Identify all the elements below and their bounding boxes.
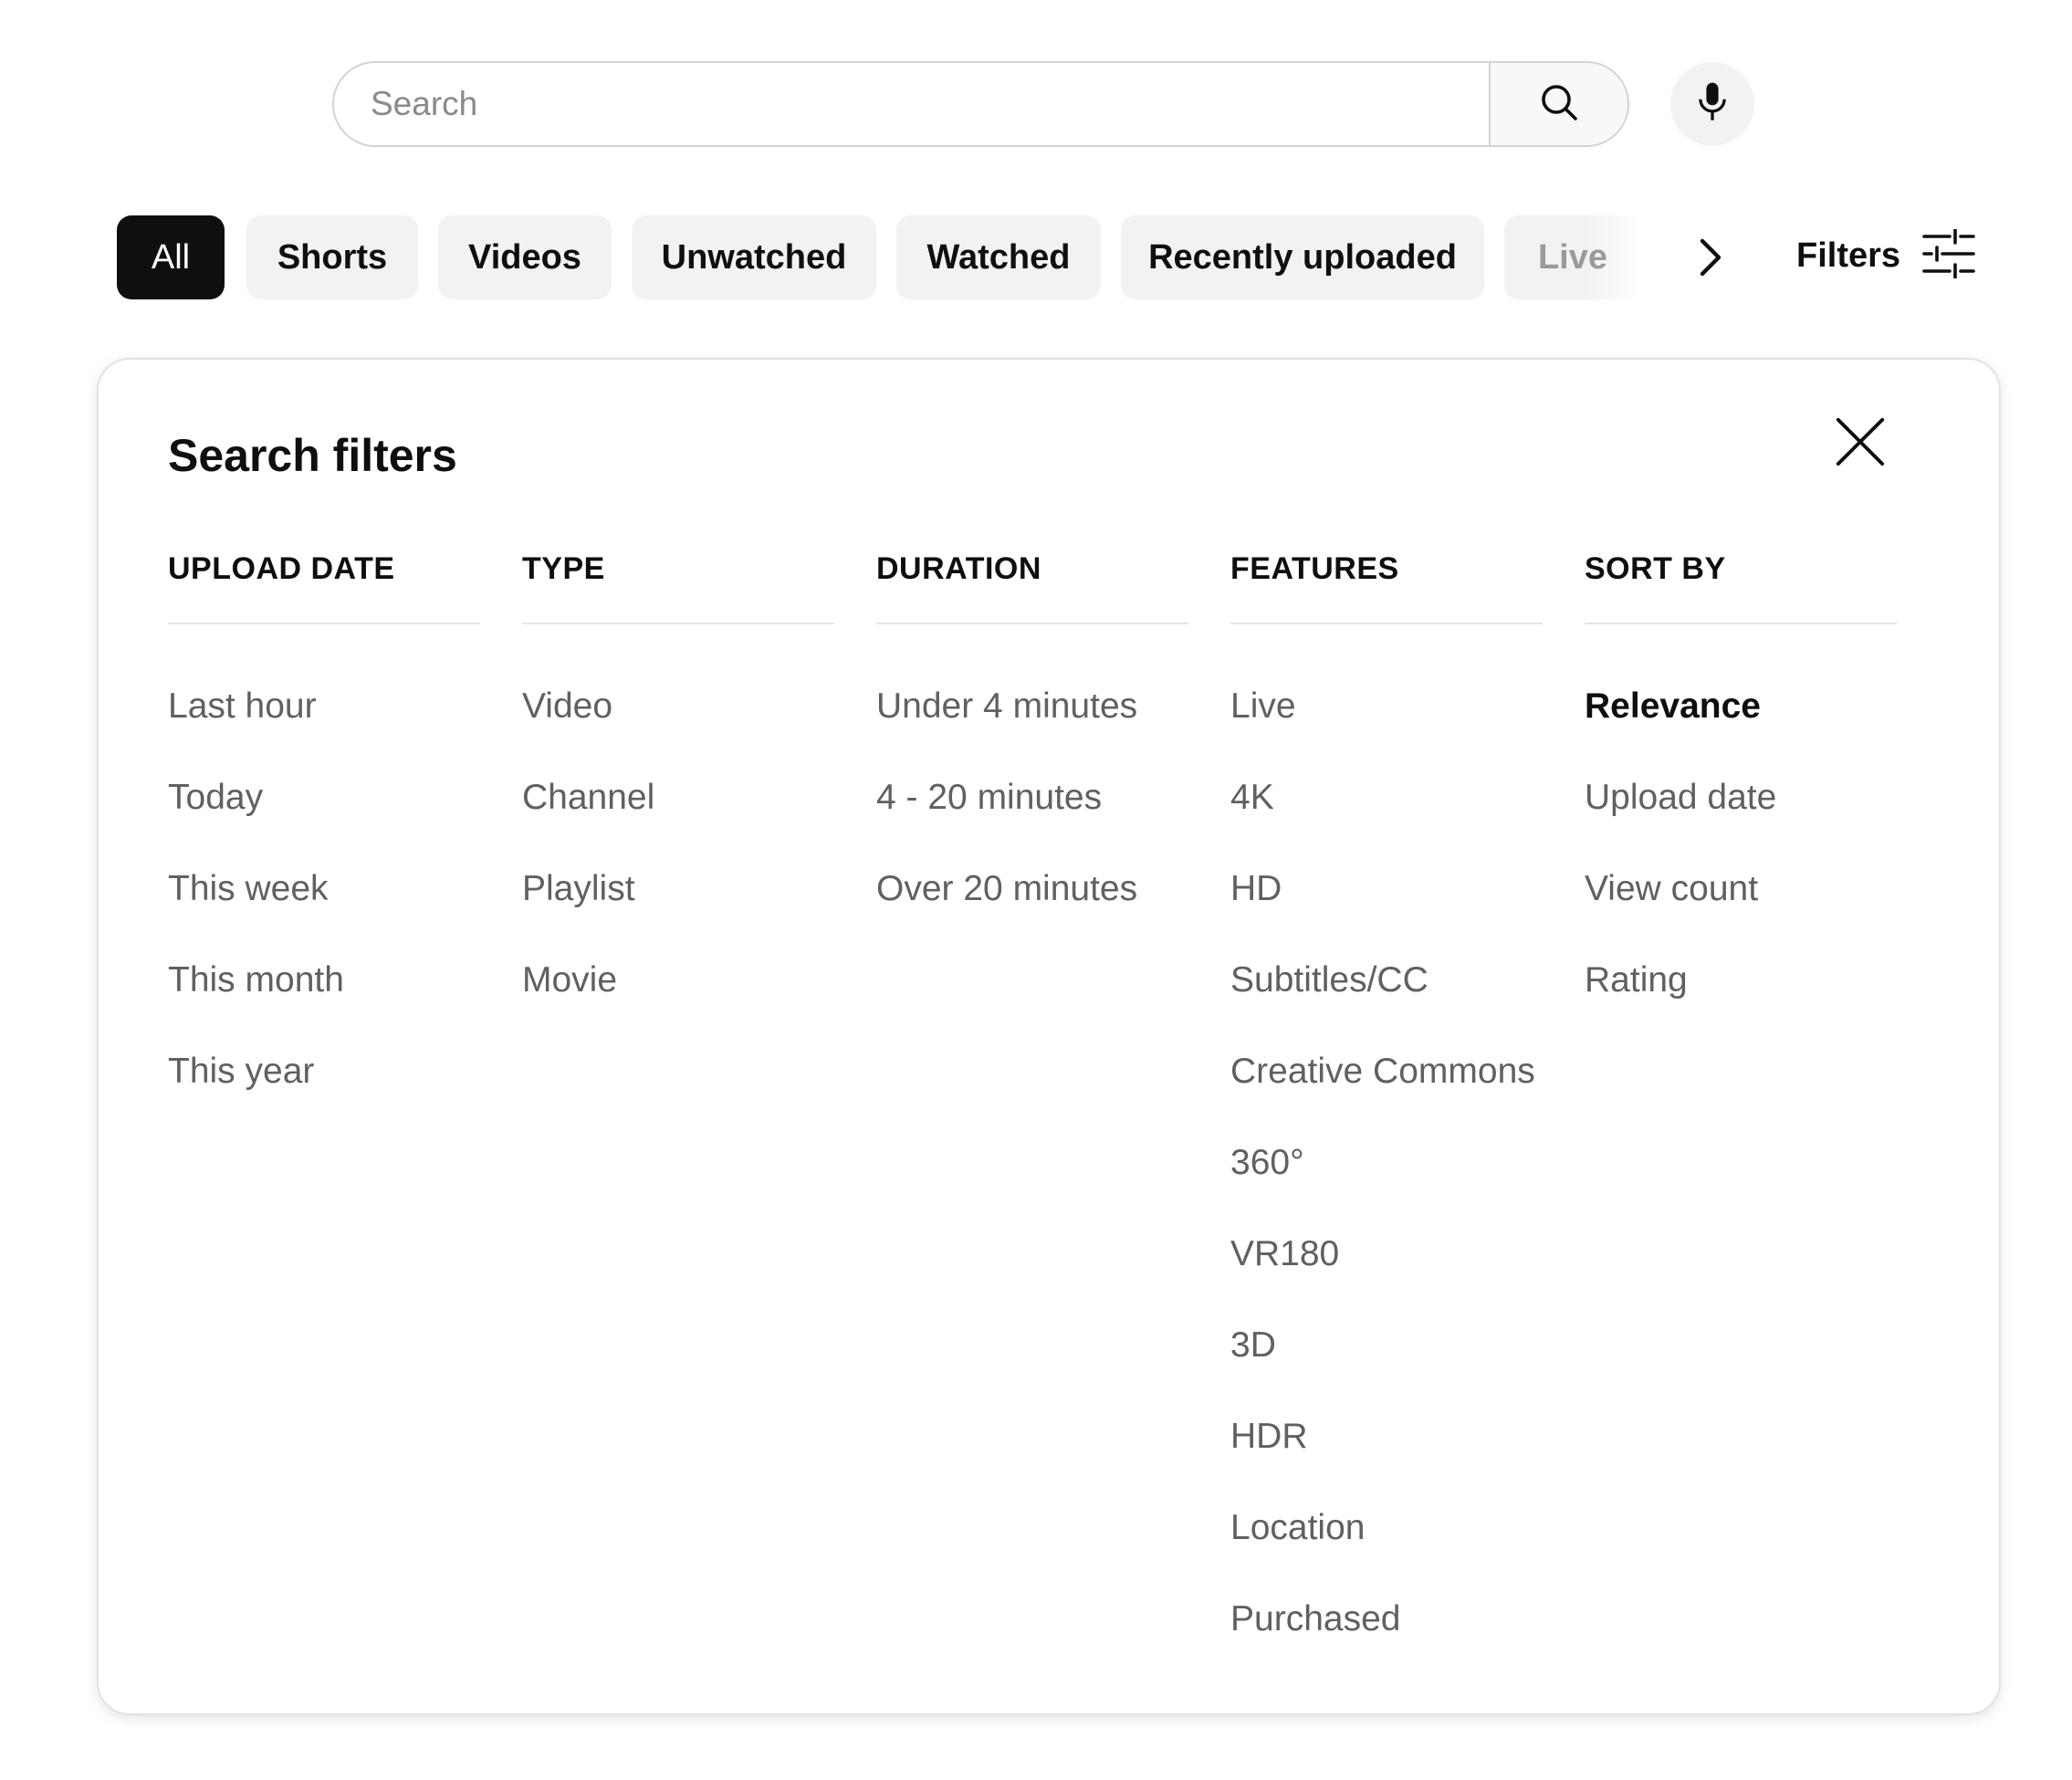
page: All Shorts Videos Unwatched Watched Rece… [0,0,2072,1780]
chip-recently-uploaded[interactable]: Recently uploaded [1121,215,1484,299]
option-location[interactable]: Location [1230,1482,1543,1574]
group-header: DURATION [876,548,1188,624]
option-last-hour[interactable]: Last hour [168,661,480,752]
option-purchased[interactable]: Purchased [1230,1574,1543,1665]
option-playlist[interactable]: Playlist [522,843,834,935]
filter-group-features: FEATURES Live 4K HD Subtitles/CC Creativ… [1230,548,1543,1665]
chip-videos[interactable]: Videos [438,215,612,299]
search-button[interactable] [1489,63,1627,145]
option-live[interactable]: Live [1230,661,1543,752]
chip-live[interactable]: Live [1504,215,1641,299]
close-button[interactable] [1822,405,1899,482]
option-this-year[interactable]: This year [168,1026,480,1117]
option-3d[interactable]: 3D [1230,1300,1543,1391]
chip-watched[interactable]: Watched [896,215,1101,299]
option-360[interactable]: 360° [1230,1117,1543,1209]
voice-search-button[interactable] [1670,62,1754,146]
filter-group-sort-by: SORT BY Relevance Upload date View count… [1585,548,1897,1026]
chip-unwatched[interactable]: Unwatched [632,215,876,299]
filter-chip-bar: All Shorts Videos Unwatched Watched Rece… [117,215,1641,299]
search-filters-dialog: Search filters UPLOAD DATE Last hour Tod… [97,358,2001,1715]
option-hdr[interactable]: HDR [1230,1391,1543,1482]
group-header: TYPE [522,548,834,624]
option-this-month[interactable]: This month [168,935,480,1026]
option-4-20-minutes[interactable]: 4 - 20 minutes [876,752,1188,843]
option-this-week[interactable]: This week [168,843,480,935]
chevron-right-icon [1695,236,1726,284]
filter-group-duration: DURATION Under 4 minutes 4 - 20 minutes … [876,548,1188,935]
filter-group-type: TYPE Video Channel Playlist Movie [522,548,834,1026]
group-header: FEATURES [1230,548,1543,624]
close-icon [1834,415,1887,473]
option-creative-commons[interactable]: Creative Commons [1230,1026,1543,1117]
option-view-count[interactable]: View count [1585,843,1897,935]
option-4k[interactable]: 4K [1230,752,1543,843]
option-subtitles-cc[interactable]: Subtitles/CC [1230,935,1543,1026]
option-relevance[interactable]: Relevance [1585,661,1897,752]
option-over-20-minutes[interactable]: Over 20 minutes [876,843,1188,935]
option-video[interactable]: Video [522,661,834,752]
option-hd[interactable]: HD [1230,843,1543,935]
filters-label: Filters [1796,236,1901,275]
mic-icon [1694,81,1731,128]
option-movie[interactable]: Movie [522,935,834,1026]
chips-next-button[interactable] [1678,226,1743,292]
search-icon [1537,80,1581,129]
tune-sliders-icon [1922,227,1975,283]
option-rating[interactable]: Rating [1585,935,1897,1026]
search-input[interactable] [334,63,1489,145]
group-header: SORT BY [1585,548,1897,624]
filter-group-upload-date: UPLOAD DATE Last hour Today This week Th… [168,548,480,1117]
filters-button[interactable]: Filters [1796,219,1975,292]
option-upload-date[interactable]: Upload date [1585,752,1897,843]
option-under-4-minutes[interactable]: Under 4 minutes [876,661,1188,752]
option-today[interactable]: Today [168,752,480,843]
option-vr180[interactable]: VR180 [1230,1209,1543,1300]
option-channel[interactable]: Channel [522,752,834,843]
chip-all[interactable]: All [117,215,225,299]
dialog-title: Search filters [168,430,457,481]
group-header: UPLOAD DATE [168,548,480,624]
search-box [332,61,1629,147]
chip-shorts[interactable]: Shorts [246,215,418,299]
